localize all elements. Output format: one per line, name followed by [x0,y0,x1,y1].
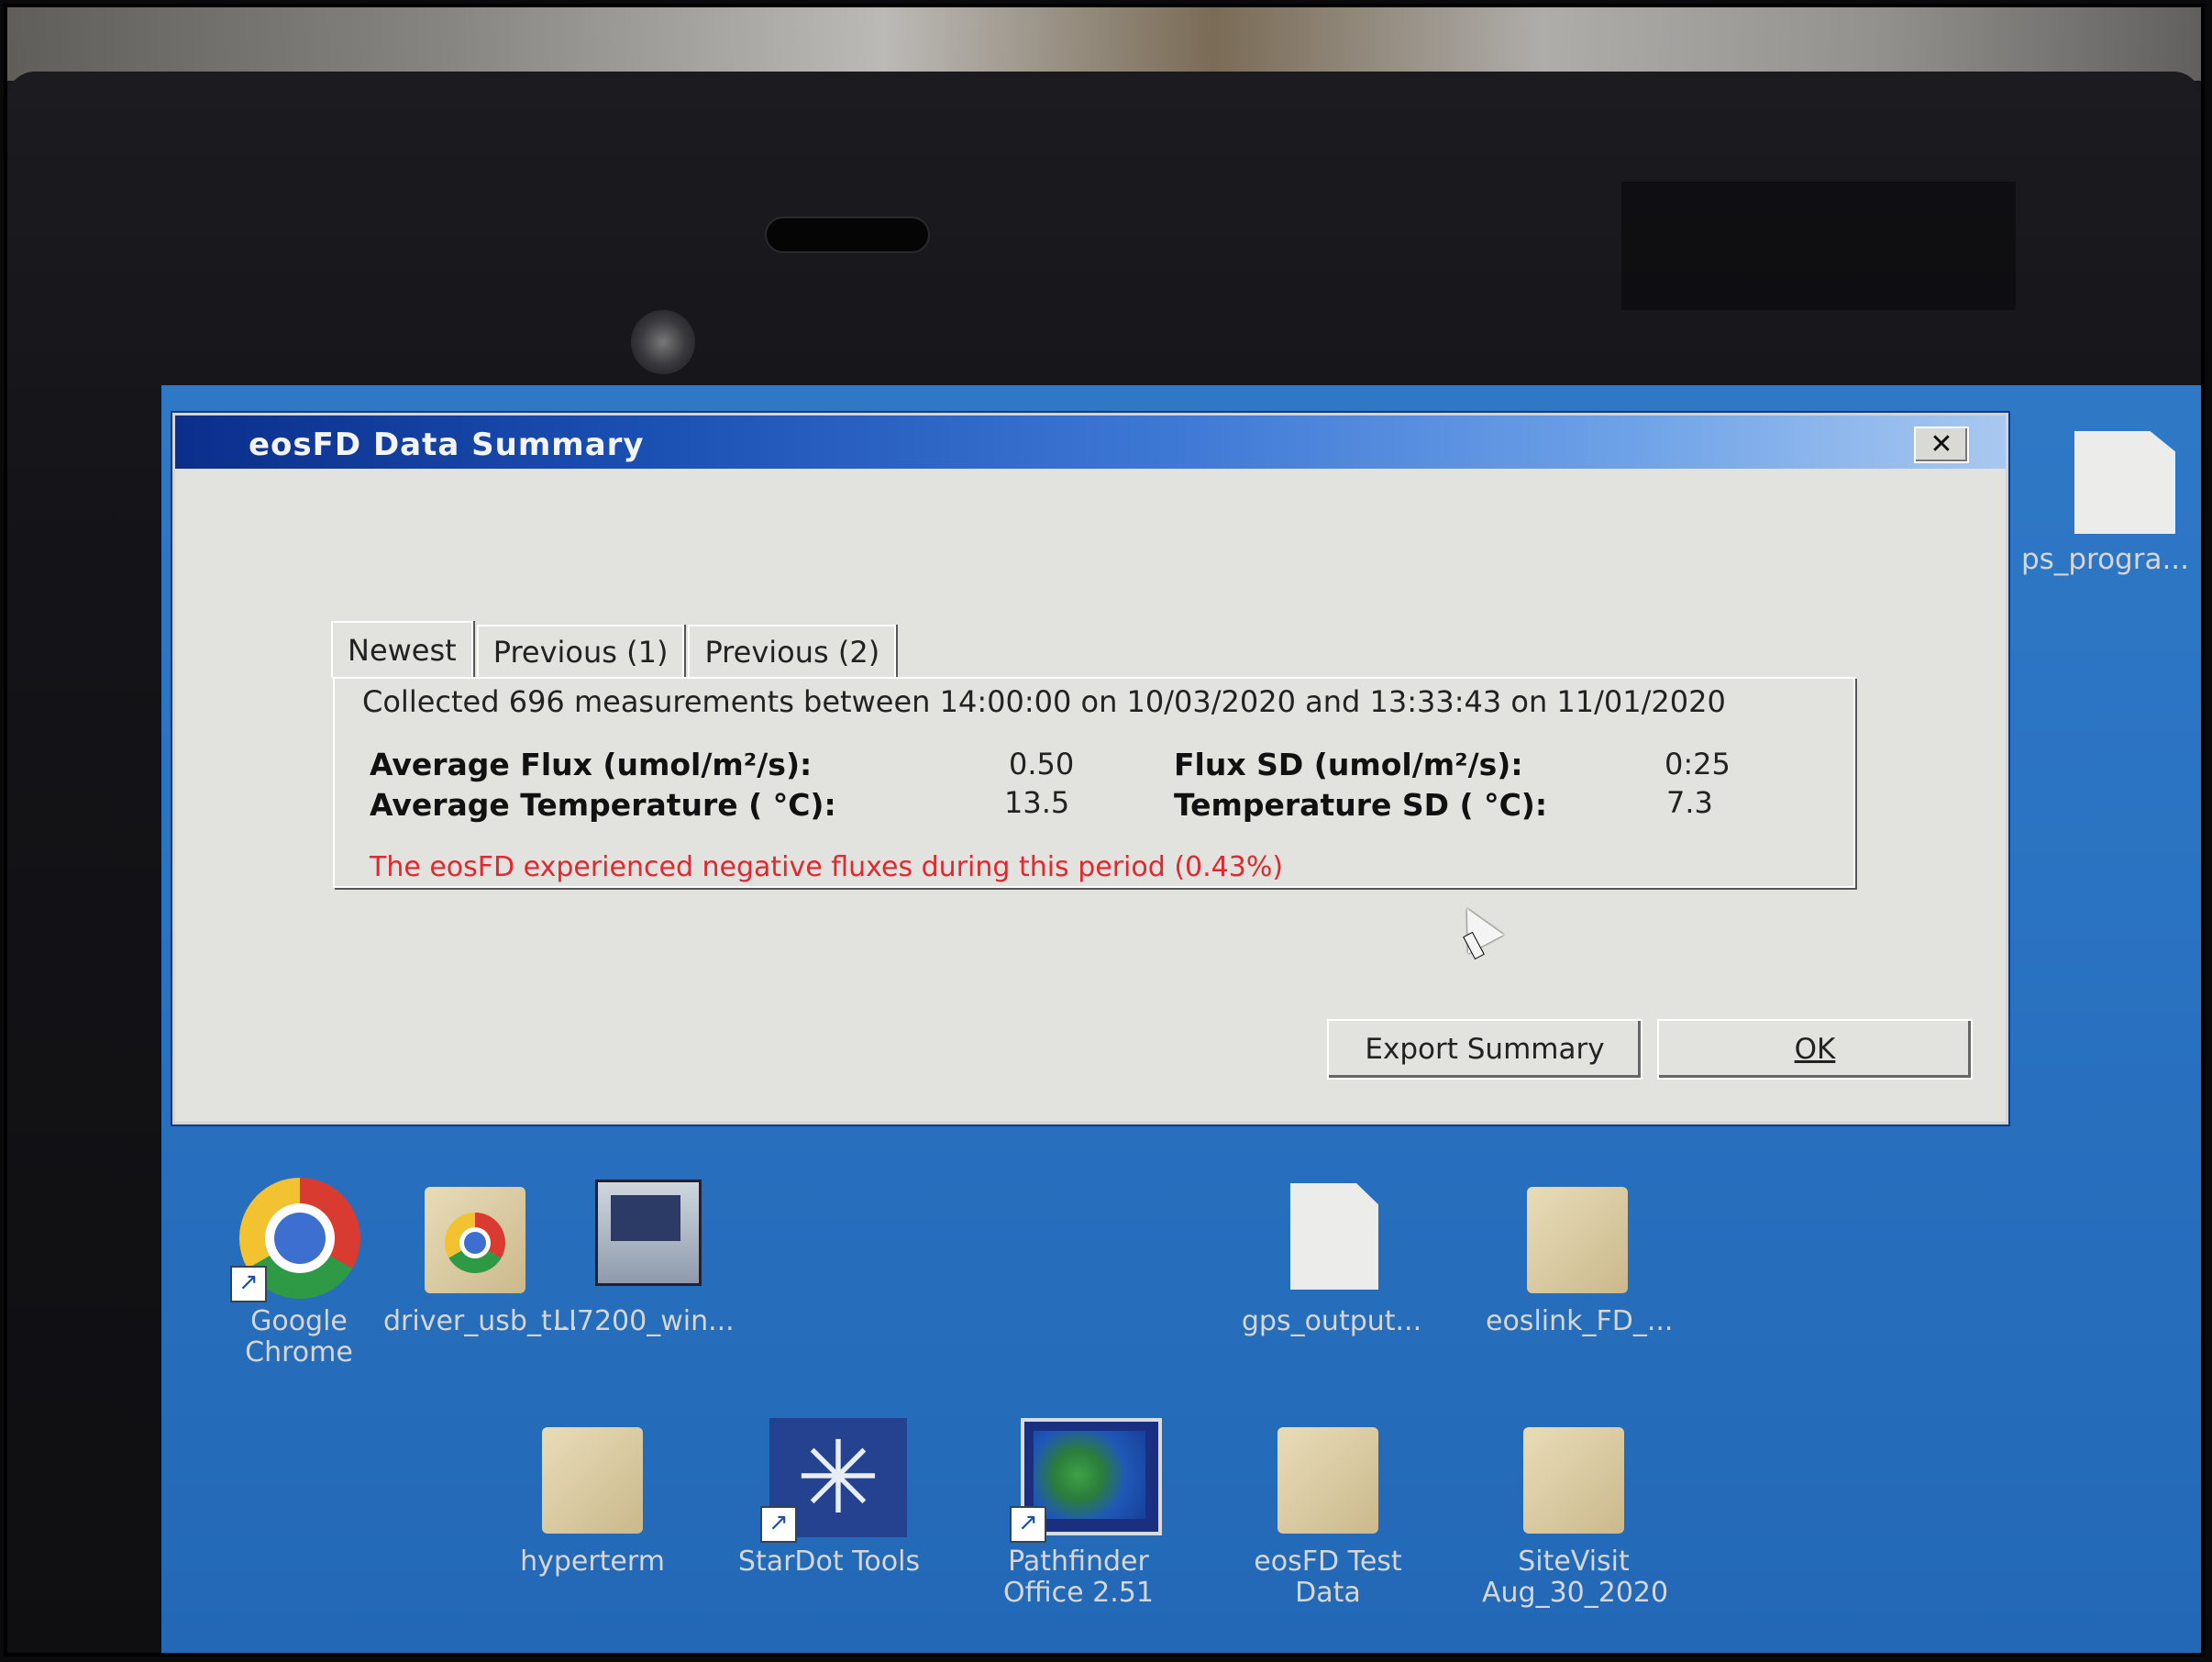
desktop-icon-gps-output[interactable]: gps_output... [1240,1174,1423,1337]
flux-sd-value: 0:25 [1665,747,1731,781]
title-bar[interactable]: eosFD Data Summary ✕ [175,416,2006,469]
temperature-sd-label: Temperature SD ( °C): [1174,787,1548,823]
folder-icon [1509,1174,1646,1302]
export-summary-label: Export Summary [1365,1033,1605,1066]
desktop-icon-label-ps-program: ps_progra... [2021,543,2190,576]
temperature-sd-value: 7.3 [1666,785,1713,820]
desktop-icon-label: eoslink_FD_... [1486,1305,1674,1337]
collected-text: Collected 696 measurements between 14:00… [362,684,1726,719]
desktop-icon-label: SiteVisit Aug_30_2020 [1482,1546,1669,1609]
desktop-icon-pathfinder[interactable]: ↗ Pathfinder Office 2.51 [987,1414,1170,1609]
average-flux-label: Average Flux (umol/m²/s): [370,747,813,782]
summary-panel: Collected 696 measurements between 14:00… [333,677,1855,888]
folder-icon [1259,1414,1397,1543]
desktop-screen: eosFD Data Summary ✕ Newest Previous (1)… [161,385,2201,1653]
desktop-icon-label: driver_usb_t... [383,1305,579,1337]
webcam [631,310,695,374]
tab-previous-1[interactable]: Previous (1) [476,625,685,678]
desktop-icon-sitevisit[interactable]: SiteVisit Aug_30_2020 [1482,1414,1669,1609]
desktop-icon-li7200[interactable]: LI7200_win... [552,1174,735,1337]
lid-latch [765,216,930,253]
desktop-icon-eoslink[interactable]: eoslink_FD_... [1486,1174,1674,1337]
desktop-icon-label: Pathfinder Office 2.51 [1003,1546,1154,1609]
photo-frame: eosFD Data Summary ✕ Newest Previous (1)… [4,4,2205,1656]
ok-button[interactable]: OK [1657,1019,1973,1080]
desktop-icon-stardot-tools[interactable]: ↗ StarDot Tools [737,1414,921,1578]
export-summary-button[interactable]: Export Summary [1327,1019,1642,1080]
background-scene [7,7,2201,81]
folder-icon [524,1414,661,1543]
desktop-icon-label: StarDot Tools [737,1546,921,1578]
tab-previous-2[interactable]: Previous (2) [688,625,897,678]
close-button[interactable]: ✕ [1914,427,1969,463]
desktop-icon-eosfd-test-data[interactable]: eosFD Test Data [1236,1414,1420,1609]
pathfinder-icon: ↗ [1010,1414,1162,1543]
bezel-sticker [1621,182,2016,310]
file-icon[interactable] [2074,431,2175,534]
desktop-icon-hyperterm[interactable]: hyperterm [501,1414,684,1578]
installer-icon [575,1174,713,1302]
stardot-icon: ↗ [760,1414,907,1543]
close-icon: ✕ [1930,428,1953,460]
dialog-title: eosFD Data Summary [249,427,645,463]
desktop-icon-label: hyperterm [520,1546,665,1578]
average-temperature-label: Average Temperature ( °C): [370,787,836,823]
average-flux-value: 0.50 [1009,747,1075,781]
average-temperature-value: 13.5 [1004,785,1070,820]
chrome-icon: ↗ [230,1174,368,1302]
desktop-icon-label: Google Chrome [245,1305,353,1368]
desktop-icon-label: eosFD Test Data [1254,1546,1402,1609]
desktop-icon-label: gps_output... [1241,1305,1422,1337]
desktop-icon-google-chrome[interactable]: ↗ Google Chrome [207,1174,391,1368]
negative-flux-warning: The eosFD experienced negative fluxes du… [370,851,1284,883]
desktop-icon-label: LI7200_win... [553,1305,735,1337]
file-icon [1263,1174,1400,1302]
tab-newest[interactable]: Newest [331,621,473,678]
folder-icon [1505,1414,1642,1543]
ok-label: OK [1794,1033,1836,1066]
flux-sd-label: Flux SD (umol/m²/s): [1174,747,1523,782]
summary-tabs: Newest Previous (1) Previous (2) [331,621,900,678]
data-summary-dialog: eosFD Data Summary ✕ Newest Previous (1)… [172,413,2008,1125]
desktop-icon-driver-usb[interactable]: driver_usb_t... [383,1174,579,1337]
folder-icon [406,1174,544,1302]
